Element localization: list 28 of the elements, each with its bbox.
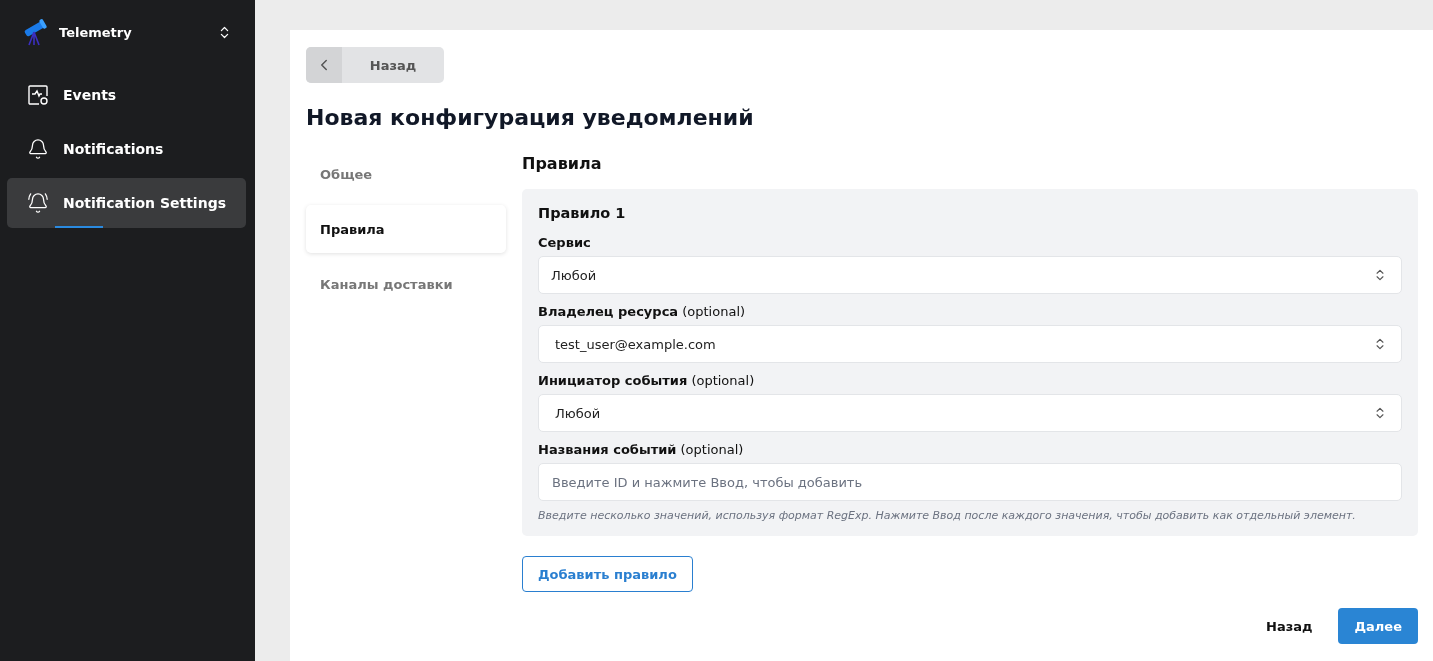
select-field[interactable]: test_user@example.com [538, 325, 1402, 363]
field-label: Названия событий (optional) [538, 442, 745, 457]
sidebar-item-label: Notifications [63, 141, 164, 157]
sidebar-item[interactable]: Notifications [7, 124, 246, 174]
section-title: Правила [522, 154, 603, 173]
step-tab[interactable]: Общее [306, 150, 506, 198]
field-label: Владелец ресурса (optional) [538, 304, 747, 319]
bell-icon [27, 138, 49, 160]
app-name: Telemetry [59, 24, 133, 40]
back-link-button[interactable]: Назад [1260, 617, 1319, 635]
rule-title: Правило 1 [538, 205, 627, 221]
field-label: Сервис [538, 235, 592, 250]
sidebar-item[interactable]: Notification Settings [7, 178, 246, 228]
page-title: Новая конфигурация уведомлений [306, 105, 755, 130]
next-button[interactable]: Далее [1338, 608, 1418, 644]
select-field[interactable]: Любой [538, 394, 1402, 432]
input-field[interactable]: Введите ID и нажмите Ввод, чтобы добавить [538, 463, 1402, 501]
step-tab[interactable]: Каналы доставки [306, 260, 506, 308]
add-rule-button[interactable]: Добавить правило [522, 556, 693, 592]
sidebar-item-label: Notification Settings [63, 195, 226, 211]
back-button[interactable]: Назад [306, 47, 444, 83]
select-field[interactable]: Любой [538, 256, 1402, 294]
sidebar-item-label: Events [63, 87, 117, 103]
chart-window-icon [27, 84, 49, 106]
sidebar-item[interactable]: Events [7, 70, 246, 120]
field-hint: Введите несколько значений, используя формат RegExp. Нажмите Ввод после каждого значения, чтобы добавить как отдельный элемент. [538, 509, 1357, 522]
step-tab[interactable]: Правила [306, 205, 506, 253]
field-label: Инициатор события (optional) [538, 373, 756, 388]
